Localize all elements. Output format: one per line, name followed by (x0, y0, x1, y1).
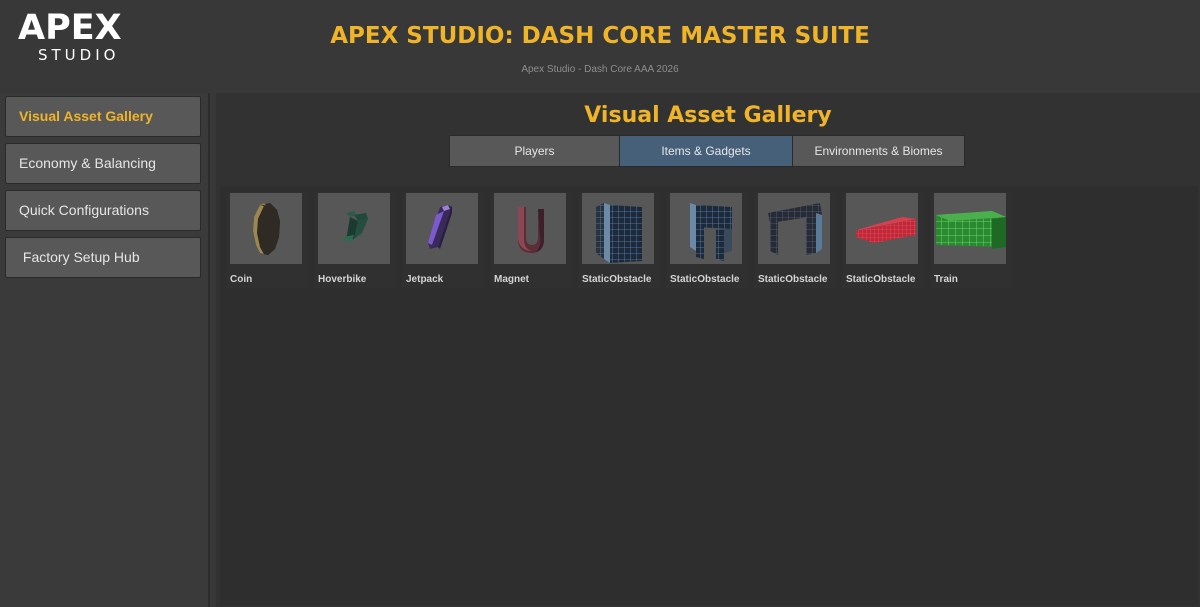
category-tabs: Players Items & Gadgets Environments & B… (449, 135, 965, 167)
asset-name: StaticObstacle (758, 274, 828, 285)
sidebar-item-visual-asset-gallery[interactable]: Visual Asset Gallery (5, 96, 201, 137)
asset-name: StaticObstacle (582, 274, 652, 285)
magnet-icon (494, 193, 566, 264)
tab-items-gadgets[interactable]: Items & Gadgets (619, 135, 793, 167)
ramp-obstacle-icon (846, 193, 918, 264)
asset-name: StaticObstacle (670, 274, 740, 285)
asset-card[interactable]: Hoverbike (314, 192, 396, 288)
app-title: APEX STUDIO: DASH CORE MASTER SUITE (330, 23, 870, 49)
arch-obstacle-icon (758, 193, 830, 264)
asset-name: Hoverbike (318, 274, 367, 285)
asset-card[interactable]: StaticObstacle (578, 192, 660, 288)
asset-name: Train (934, 274, 958, 285)
asset-card[interactable]: Magnet (490, 192, 572, 288)
train-icon (934, 193, 1006, 264)
gate-obstacle-icon (670, 193, 742, 264)
asset-name: Jetpack (406, 274, 444, 285)
asset-card[interactable]: Jetpack (402, 192, 484, 288)
sidebar-item-quick-configurations[interactable]: Quick Configurations (5, 190, 201, 231)
main-panel: Visual Asset Gallery Players Items & Gad… (216, 93, 1200, 607)
tab-environments-biomes[interactable]: Environments & Biomes (792, 135, 965, 167)
jetpack-icon (406, 193, 478, 264)
asset-card[interactable]: StaticObstacle (754, 192, 836, 288)
coin-icon (230, 193, 302, 264)
asset-grid: Coin Hoverbike Jetpack Magnet StaticObst… (220, 186, 1198, 605)
tab-players[interactable]: Players (449, 135, 620, 167)
asset-card[interactable]: Train (930, 192, 1012, 288)
asset-card[interactable]: Coin (226, 192, 308, 288)
asset-name: StaticObstacle (846, 274, 916, 285)
app-subtitle: Apex Studio - Dash Core AAA 2026 (521, 64, 679, 75)
hoverbike-icon (318, 193, 390, 264)
wall-obstacle-icon (582, 193, 654, 264)
asset-name: Coin (230, 274, 253, 285)
asset-name: Magnet (494, 274, 529, 285)
sidebar-item-factory-setup-hub[interactable]: Factory Setup Hub (5, 237, 201, 278)
sidebar-item-economy-balancing[interactable]: Economy & Balancing (5, 143, 201, 184)
asset-card[interactable]: StaticObstacle (666, 192, 748, 288)
asset-card[interactable]: StaticObstacle (842, 192, 924, 288)
page-title: Visual Asset Gallery (584, 103, 832, 128)
app-header: APEX STUDIO APEX STUDIO: DASH CORE MASTE… (0, 0, 1200, 92)
sidebar: Visual Asset Gallery Economy & Balancing… (0, 93, 210, 607)
